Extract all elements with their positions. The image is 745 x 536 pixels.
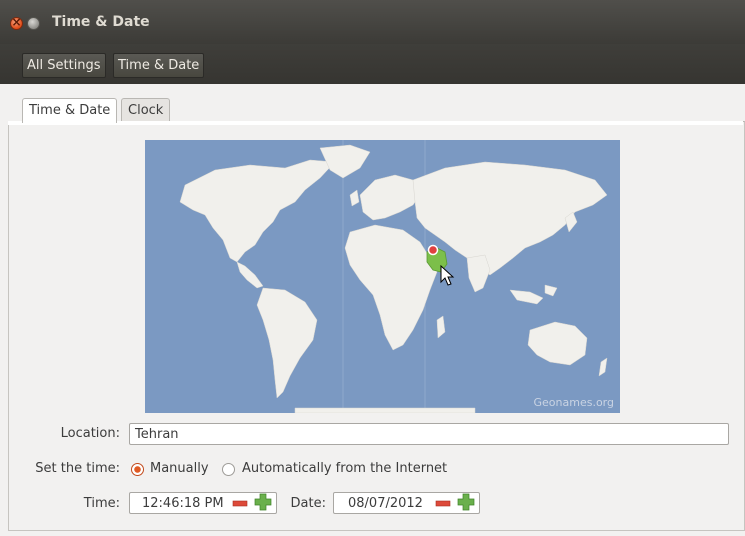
location-field[interactable]: Tehran <box>129 423 729 445</box>
close-icon[interactable] <box>10 15 23 30</box>
date-increment-icon[interactable] <box>457 493 475 511</box>
breadcrumb-current[interactable]: Time & Date <box>113 53 205 78</box>
time-value: 12:46:18 PM <box>142 496 224 511</box>
location-label: Location: <box>60 426 120 441</box>
all-settings-button[interactable]: All Settings <box>22 53 106 78</box>
map-credit: Geonames.org <box>533 396 615 409</box>
automatic-label[interactable]: Automatically from the Internet <box>242 461 447 476</box>
timezone-map[interactable]: Geonames.org <box>145 140 620 413</box>
date-decrement-icon[interactable] <box>435 495 451 511</box>
time-decrement-icon[interactable] <box>232 495 248 511</box>
mouse-cursor-icon <box>440 264 455 286</box>
breadcrumb: All Settings Time & Date <box>0 44 745 84</box>
minimize-icon[interactable] <box>27 17 40 30</box>
set-time-label: Set the time: <box>35 461 120 476</box>
world-map-image <box>179 140 608 413</box>
tab-panel-header <box>8 121 743 125</box>
tab-time-date[interactable]: Time & Date <box>22 98 118 123</box>
window-title: Time & Date <box>52 14 150 30</box>
date-value: 08/07/2012 <box>348 496 423 511</box>
date-label: Date: <box>290 496 326 511</box>
tab-clock[interactable]: Clock <box>121 98 171 122</box>
manually-label[interactable]: Manually <box>150 461 209 476</box>
manually-radio[interactable] <box>131 463 144 476</box>
location-pin-icon <box>427 244 439 256</box>
time-label: Time: <box>83 496 120 511</box>
automatic-radio[interactable] <box>222 463 235 476</box>
time-increment-icon[interactable] <box>254 493 272 511</box>
title-bar: Time & Date <box>0 0 745 44</box>
